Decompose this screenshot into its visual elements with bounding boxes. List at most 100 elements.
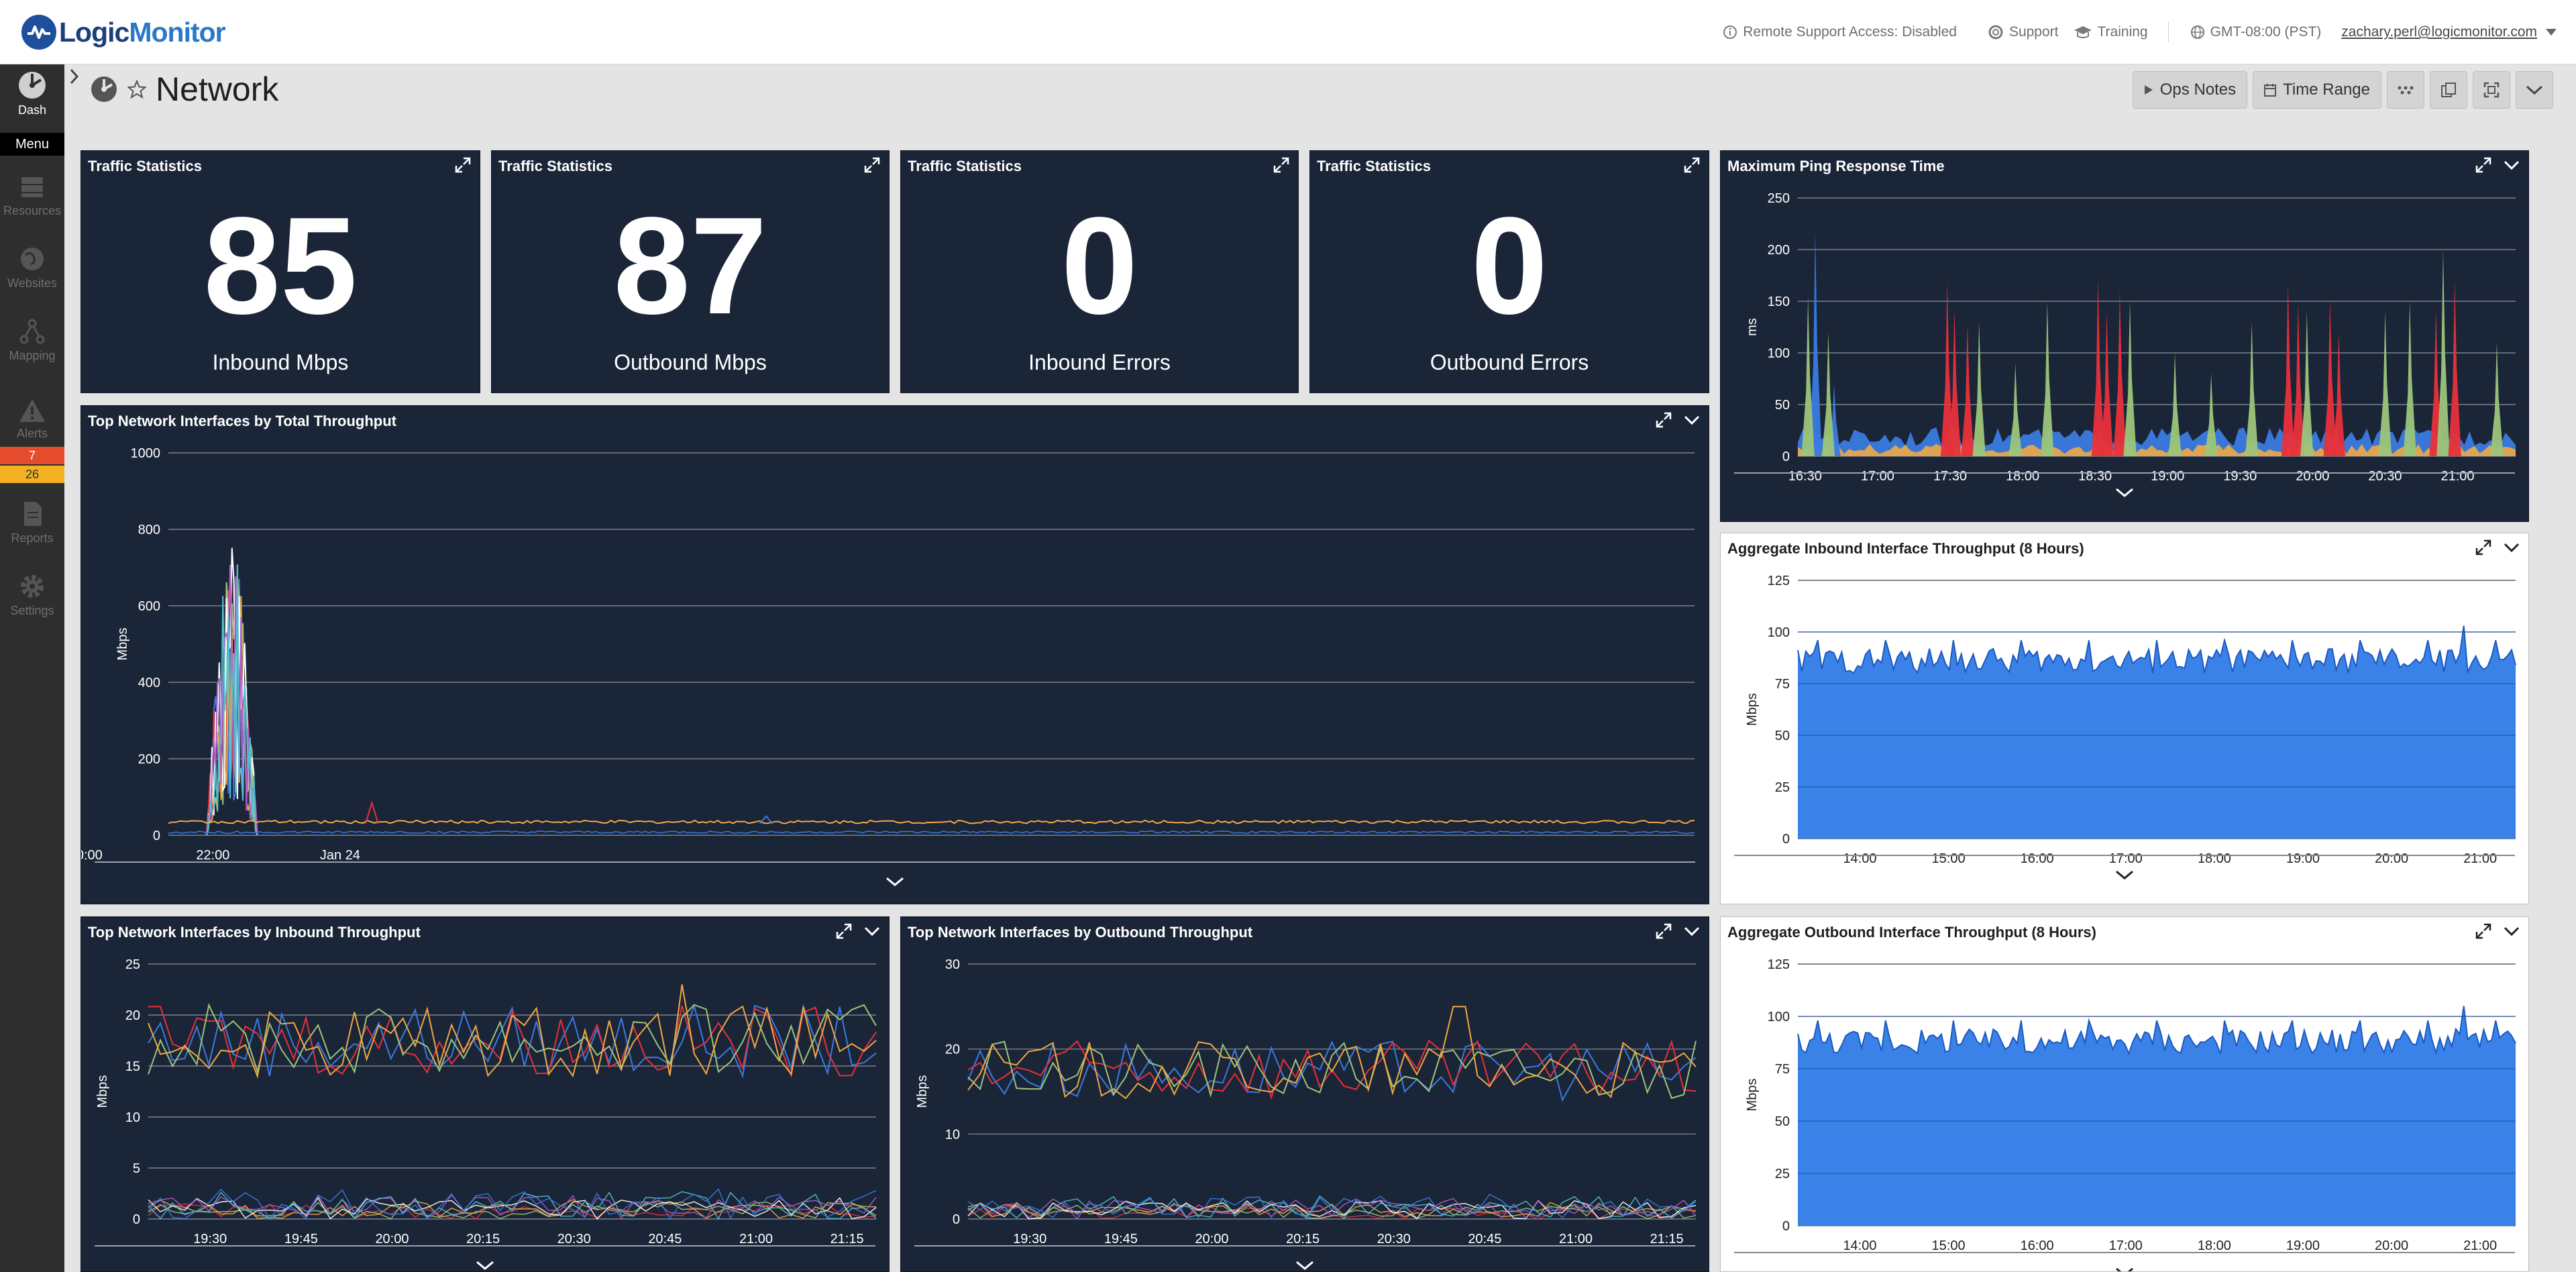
logicmonitor-logo[interactable]: LogicMonitor [21,15,226,50]
series-line [148,1188,877,1220]
sidebar-item-reports[interactable]: Reports [0,499,64,545]
clone-dashboard-button[interactable] [2430,71,2467,109]
y-tick-label: 200 [1768,243,1790,258]
x-tick-label: 15:00 [1932,1238,1966,1253]
legend-toggle-chevron-icon [886,877,904,886]
stat-label: Inbound Mbps [212,350,349,374]
training-link[interactable]: Training [2074,24,2148,40]
ping-spike [2008,363,2022,456]
y-tick-label: 0 [153,829,160,843]
sidebar-label-alerts: Alerts [16,427,48,440]
ping-spike [2281,282,2295,456]
more-options-button[interactable] [2516,71,2553,109]
y-tick-label: 30 [945,957,960,972]
user-menu[interactable]: zachary.perl@logicmonitor.com [2341,24,2563,40]
sidebar-item-resources[interactable]: Resources [0,172,64,218]
x-tick-label: 14:00 [1843,1238,1876,1253]
y-tick-label: 25 [125,957,140,972]
ops-notes-button[interactable]: Ops Notes [2132,71,2248,109]
x-tick-label: 20:15 [466,1232,500,1247]
sidebar-label-reports: Reports [11,531,54,545]
x-tick-label: 20:00 [2296,469,2329,484]
warning-alert-count-badge[interactable]: 26 [0,466,64,483]
aggregate-outbound-widget: Aggregate Outbound Interface Throughput … [1720,916,2529,1272]
sidebar-menu-button[interactable]: Menu [0,133,64,156]
tokens-button[interactable] [2387,71,2424,109]
x-tick-label: 18:00 [2006,469,2039,484]
ping-spike [1961,323,1974,456]
y-tick-label: 75 [1775,1062,1790,1077]
stat-value: 0 [1470,189,1548,343]
x-tick-label: 20:45 [648,1232,682,1247]
x-tick-label: 20:45 [1468,1232,1501,1247]
sidebar-item-dash[interactable]: Dash [0,70,64,117]
timezone-selector[interactable]: GMT-08:00 (PST) [2190,24,2321,40]
stat-label: Outbound Mbps [614,350,767,374]
chart-out: 0 10 20 30 Mbps 19:30 19:45 20:00 20:15 20:30 20:4… [914,957,1697,1270]
time-range-button[interactable]: Time Range [2253,71,2381,109]
y-tick-label: 10 [945,1127,960,1142]
y-tick-label: 150 [1768,295,1790,309]
x-tick-label: 20:15 [1286,1232,1320,1247]
ping-spike [2332,332,2346,456]
y-tick-label: 100 [1768,625,1790,640]
ping-spike [1801,296,1815,456]
sidebar-label-websites: Websites [7,276,57,290]
graduation-cap-icon [2074,26,2092,38]
dashboard-icon [19,72,46,99]
legend-toggle-chevron-icon [2116,488,2133,497]
page-header: Network [90,70,278,109]
ping-spike [2448,280,2461,456]
x-tick-label: 20:00 [2375,851,2408,866]
expand-icon[interactable] [1683,156,1701,174]
sidebar-item-alerts[interactable]: Alerts [0,397,64,441]
sidebar-label-mapping: Mapping [9,349,56,362]
y-tick-label: 0 [953,1212,960,1227]
x-tick-label: 17:30 [1933,469,1967,484]
legend-toggle-chevron-icon [2116,870,2133,880]
logo-text: LogicMonitor [59,16,226,48]
legend-toggle-chevron-icon [476,1261,494,1270]
y-axis-label: Mbps [95,1075,110,1108]
x-tick-label: 19:30 [1013,1232,1046,1247]
stat-value: 0 [1061,189,1138,343]
chart-agg_out: 0 25 50 75 100 125 Mbps 14:00 15:00 16:00 17:00 18:… [1734,957,2516,1271]
info-icon [1723,25,1737,39]
y-tick-label: 125 [1768,957,1790,972]
y-tick-label: 50 [1775,1114,1790,1129]
expand-icon[interactable] [454,156,472,174]
x-tick-label: 18:00 [2198,1238,2231,1253]
expand-icon[interactable] [1273,156,1290,174]
stat-label: Inbound Errors [1028,350,1171,374]
dots-icon [2398,86,2414,95]
y-tick-label: 15 [125,1059,140,1074]
y-tick-label: 50 [1775,398,1790,413]
remote-support-status[interactable]: Remote Support Access: Disabled [1723,24,1957,40]
y-tick-label: 10 [125,1110,140,1125]
sidebar-item-settings[interactable]: Settings [0,572,64,618]
favorite-star-icon[interactable] [127,80,146,99]
y-tick-label: 800 [138,523,160,537]
sidebar-item-mapping[interactable]: Mapping [0,317,64,363]
stat-value: 85 [203,189,358,343]
y-tick-label: 100 [1768,346,1790,361]
fullscreen-button[interactable] [2473,71,2510,109]
expand-sidebar-chevron-icon[interactable] [67,67,80,86]
x-tick-label: 17:00 [1861,469,1894,484]
ping-spike [2245,321,2259,456]
chevron-down-icon [2526,85,2543,95]
support-link[interactable]: Support [1988,24,2059,40]
x-tick-label: 17:00 [2109,851,2143,866]
chevron-down-icon [2546,29,2557,36]
throughput-area [1798,1006,2516,1226]
fullscreen-icon [2483,82,2500,98]
x-tick-label: Jan 24 [320,848,360,863]
x-tick-label: 21:00 [2441,469,2475,484]
user-email: zachary.perl@logicmonitor.com [2341,24,2537,40]
expand-icon[interactable] [863,156,881,174]
y-tick-label: 600 [138,599,160,614]
y-tick-label: 250 [1768,191,1790,206]
critical-alert-count-badge[interactable]: 7 [0,447,64,464]
y-tick-label: 20 [125,1008,140,1023]
sidebar-item-websites[interactable]: Websites [0,244,64,290]
